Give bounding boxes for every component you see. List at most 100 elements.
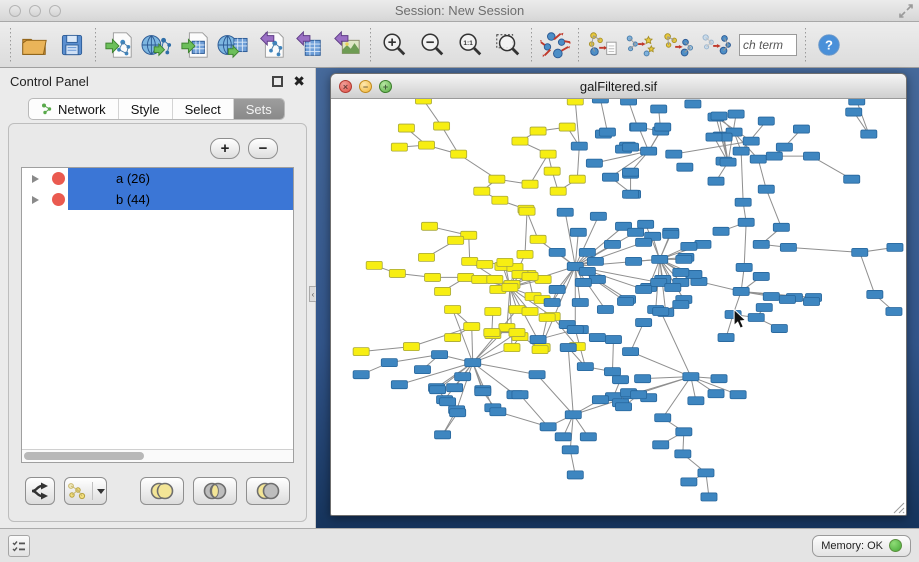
graph-node[interactable] xyxy=(844,175,860,183)
graph-node[interactable] xyxy=(655,414,671,422)
network-view-frame[interactable]: × − + galFiltered.sif xyxy=(330,73,907,516)
graph-node[interactable] xyxy=(497,258,513,266)
graph-edge[interactable] xyxy=(537,375,573,415)
graph-node[interactable] xyxy=(623,190,639,198)
graph-node[interactable] xyxy=(487,275,503,283)
graph-node[interactable] xyxy=(586,159,602,167)
graph-node[interactable] xyxy=(592,396,608,404)
graph-node[interactable] xyxy=(447,384,463,392)
graph-node[interactable] xyxy=(570,228,586,236)
graph-node[interactable] xyxy=(589,334,605,342)
graph-edge[interactable] xyxy=(860,252,875,294)
tab-select[interactable]: Select xyxy=(173,99,234,119)
graph-node[interactable] xyxy=(623,143,639,151)
graph-edge[interactable] xyxy=(661,312,691,377)
graph-node[interactable] xyxy=(490,408,506,416)
graph-edge[interactable] xyxy=(552,266,575,302)
graph-edge[interactable] xyxy=(577,146,579,179)
import-table-file-button[interactable] xyxy=(176,26,214,64)
expand-arrow-icon[interactable] xyxy=(32,196,39,204)
graph-node[interactable] xyxy=(776,143,792,151)
network-to-file-button[interactable] xyxy=(583,26,621,64)
graph-node[interactable] xyxy=(636,238,652,246)
graph-node[interactable] xyxy=(424,273,440,281)
graph-node[interactable] xyxy=(673,268,689,276)
network-graph[interactable] xyxy=(331,99,906,515)
graph-node[interactable] xyxy=(455,373,471,381)
graph-node[interactable] xyxy=(728,110,744,118)
graph-node[interactable] xyxy=(572,298,588,306)
add-set-button[interactable]: + xyxy=(210,138,240,159)
graph-node[interactable] xyxy=(676,428,692,436)
graph-node[interactable] xyxy=(353,348,369,356)
graph-node[interactable] xyxy=(435,287,451,295)
panel-collapse-handle[interactable]: ‹ xyxy=(309,286,316,302)
graph-node[interactable] xyxy=(450,409,466,417)
task-history-button[interactable] xyxy=(8,535,30,557)
graph-node[interactable] xyxy=(673,300,689,308)
graph-edge[interactable] xyxy=(565,212,575,266)
graph-node[interactable] xyxy=(458,273,474,281)
graph-node[interactable] xyxy=(793,125,809,133)
graph-node[interactable] xyxy=(567,99,583,105)
graph-node[interactable] xyxy=(472,275,488,283)
graph-node[interactable] xyxy=(756,303,772,311)
graph-node[interactable] xyxy=(530,127,546,135)
graph-node[interactable] xyxy=(631,391,647,399)
split-set-button[interactable] xyxy=(25,477,55,505)
graph-node[interactable] xyxy=(432,351,448,359)
graph-node[interactable] xyxy=(445,334,461,342)
graph-node[interactable] xyxy=(753,240,769,248)
apply-layout-button[interactable] xyxy=(536,26,574,64)
graph-node[interactable] xyxy=(733,147,749,155)
graph-node[interactable] xyxy=(849,99,865,105)
graph-edge[interactable] xyxy=(525,211,527,254)
graph-node[interactable] xyxy=(560,344,576,352)
graph-edge[interactable] xyxy=(473,363,537,375)
graph-node[interactable] xyxy=(519,207,535,215)
graph-node[interactable] xyxy=(489,175,505,183)
graph-node[interactable] xyxy=(718,334,734,342)
float-panel-icon[interactable] xyxy=(272,76,283,87)
graph-node[interactable] xyxy=(529,371,545,379)
graph-node[interactable] xyxy=(766,152,782,160)
graph-node[interactable] xyxy=(803,297,819,305)
graph-node[interactable] xyxy=(580,433,596,441)
graph-node[interactable] xyxy=(688,397,704,405)
scrollbar-thumb[interactable] xyxy=(24,452,144,460)
graph-node[interactable] xyxy=(615,403,631,411)
graph-node[interactable] xyxy=(577,363,593,371)
import-network-file-button[interactable] xyxy=(100,26,138,64)
graph-node[interactable] xyxy=(651,105,667,113)
graph-node[interactable] xyxy=(559,123,575,131)
graph-node[interactable] xyxy=(403,343,419,351)
graph-node[interactable] xyxy=(758,185,774,193)
graph-node[interactable] xyxy=(414,366,430,374)
expand-arrow-icon[interactable] xyxy=(32,175,39,183)
graph-node[interactable] xyxy=(626,257,642,265)
set-row-b[interactable]: b (44) xyxy=(22,189,293,210)
graph-node[interactable] xyxy=(748,314,764,322)
create-set-combo-button[interactable] xyxy=(64,477,107,505)
remove-set-button[interactable]: − xyxy=(248,138,278,159)
graph-node[interactable] xyxy=(628,228,644,236)
graph-edge[interactable] xyxy=(600,99,607,132)
graph-node[interactable] xyxy=(512,391,528,399)
graph-node[interactable] xyxy=(445,305,461,313)
union-sets-button[interactable] xyxy=(140,477,184,505)
graph-node[interactable] xyxy=(665,283,681,291)
graph-edge[interactable] xyxy=(663,377,691,418)
difference-sets-button[interactable] xyxy=(246,477,290,505)
graph-node[interactable] xyxy=(738,218,754,226)
tab-style[interactable]: Style xyxy=(119,99,173,119)
graph-node[interactable] xyxy=(612,376,628,384)
graph-node[interactable] xyxy=(663,230,679,238)
graph-node[interactable] xyxy=(575,278,591,286)
graph-node[interactable] xyxy=(733,287,749,295)
graph-node[interactable] xyxy=(675,450,691,458)
zoom-actual-size-button[interactable]: 1:1 xyxy=(451,26,489,64)
graph-node[interactable] xyxy=(666,150,682,158)
export-image-button[interactable] xyxy=(328,26,366,64)
graph-node[interactable] xyxy=(597,305,613,313)
graph-node[interactable] xyxy=(676,255,692,263)
